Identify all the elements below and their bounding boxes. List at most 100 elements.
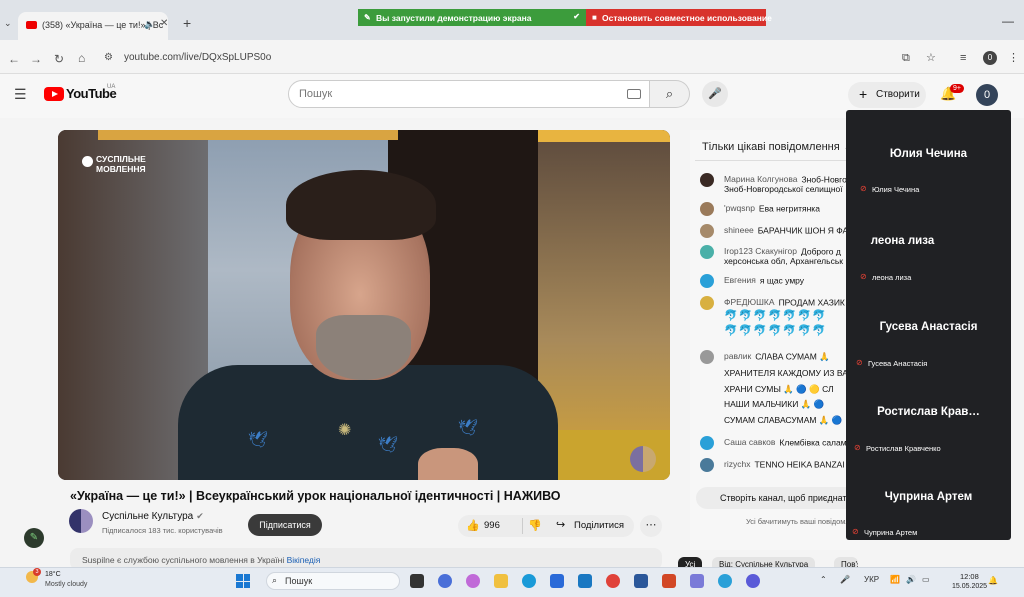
- channel-avatar[interactable]: [69, 509, 93, 533]
- avatar: [700, 202, 714, 216]
- muted-mic-icon: ⊘: [856, 358, 863, 367]
- store-icon[interactable]: [550, 574, 564, 588]
- create-button[interactable]: + Створити: [848, 82, 926, 108]
- embroidery-bird-icon: 🕊: [458, 420, 479, 437]
- participant-label: Ростислав Кравченко: [866, 444, 941, 453]
- powerpoint-icon[interactable]: [662, 574, 676, 588]
- search-button[interactable]: ⌕: [650, 80, 690, 108]
- microphone-icon: 🎤: [708, 88, 722, 100]
- cast-icon[interactable]: ⧉: [902, 52, 910, 65]
- participant-tile-name: Гусева Анастасія: [879, 321, 978, 333]
- divider: [522, 518, 523, 534]
- avatar: [700, 274, 714, 288]
- browser-profile-avatar[interactable]: 0: [983, 51, 997, 65]
- edge-browser-icon[interactable]: [522, 574, 536, 588]
- task-view-icon[interactable]: [410, 574, 424, 588]
- like-count[interactable]: 996: [484, 520, 500, 531]
- share-button[interactable]: ↪ Поділитися: [546, 515, 634, 537]
- tray-mic-icon[interactable]: 🎤: [840, 575, 850, 584]
- muted-mic-icon: ⊘: [854, 443, 861, 452]
- forward-icon[interactable]: →: [30, 52, 42, 66]
- bookmark-star-icon[interactable]: ☆: [926, 51, 936, 64]
- search-input[interactable]: [299, 88, 599, 100]
- chat-app-icon[interactable]: [438, 574, 452, 588]
- copilot-icon[interactable]: [466, 574, 480, 588]
- video-player[interactable]: 🕊 ✺ 🕊 🕊 СУСПІЛЬНЕ МОВЛЕННЯ: [58, 130, 670, 480]
- chat-message-continued: херсонська обл, Архангельськ: [724, 256, 843, 266]
- participant-tile-name: Чуприна Артем: [884, 491, 973, 503]
- tab-list-icon[interactable]: ⌄: [4, 18, 12, 29]
- clock-time[interactable]: 12:08: [960, 572, 979, 581]
- chat-message: равлик СЛАВА СУМАМ 🙏: [700, 350, 830, 364]
- minimize-icon[interactable]: —: [1002, 14, 1014, 28]
- back-icon[interactable]: ←: [8, 52, 20, 66]
- edit-pen-icon[interactable]: ✎: [24, 528, 44, 548]
- chat-message: Саша савков Клембівка салам: [700, 436, 847, 450]
- create-channel-button[interactable]: Створіть канал, щоб приєднатися: [696, 487, 856, 509]
- voice-search-button[interactable]: 🎤: [702, 81, 728, 107]
- start-button[interactable]: [236, 574, 250, 588]
- app-icon[interactable]: [578, 574, 592, 588]
- weather-badge: 3: [33, 568, 41, 576]
- new-tab-icon[interactable]: +: [183, 15, 191, 31]
- browser-menu-icon[interactable]: ⋮: [1008, 51, 1019, 64]
- tab-close-icon[interactable]: ✕: [160, 18, 168, 29]
- youtube-logo-icon[interactable]: [44, 87, 64, 101]
- video-presenter-hand: [418, 448, 478, 480]
- notification-icon[interactable]: 🔔: [988, 576, 998, 585]
- video-presenter-body: [178, 365, 558, 480]
- avatar: [700, 436, 714, 450]
- telegram-icon[interactable]: [718, 574, 732, 588]
- file-explorer-icon[interactable]: [494, 574, 508, 588]
- word-icon[interactable]: [634, 574, 648, 588]
- clock-date[interactable]: 15.05.2025: [952, 583, 987, 590]
- plus-icon: +: [859, 86, 868, 102]
- more-actions-icon[interactable]: ⋯: [640, 515, 662, 537]
- channel-name[interactable]: Суспільне Культура ✔: [102, 511, 204, 522]
- weather-description[interactable]: Mostly cloudy: [45, 581, 87, 588]
- viber-icon[interactable]: [746, 574, 760, 588]
- home-icon[interactable]: ⌂: [78, 51, 85, 65]
- search-box[interactable]: [288, 80, 650, 108]
- weather-temperature[interactable]: 18°C: [45, 571, 61, 578]
- language-indicator[interactable]: УКР: [864, 575, 879, 584]
- notification-count-badge: 9+: [950, 84, 964, 93]
- keyboard-icon[interactable]: [627, 89, 641, 99]
- site-settings-icon[interactable]: ⚙: [104, 52, 113, 63]
- wifi-icon[interactable]: 📶: [890, 575, 900, 584]
- divider: [695, 160, 855, 161]
- chat-message-continued: СУМАМ СЛАВАСУМАМ 🙏 🔵: [724, 415, 843, 425]
- avatar: [700, 245, 714, 259]
- check-icon: ✔: [573, 12, 580, 21]
- share-arrow-icon: ↪: [556, 519, 566, 531]
- participant-label: Юлия Чечина: [872, 185, 920, 194]
- muted-mic-icon: ⊘: [852, 527, 859, 536]
- screen-share-banner: ✎ Вы запустили демонстрацию экрана ✔ ■ О…: [358, 9, 772, 26]
- url-field[interactable]: youtube.com/live/DQxSpLUPS0o: [124, 52, 271, 63]
- embroidery-bird-icon: 🕊: [248, 432, 269, 449]
- app-icon[interactable]: [690, 574, 704, 588]
- like-icon[interactable]: 👍: [466, 519, 480, 532]
- account-avatar[interactable]: 0: [976, 84, 998, 106]
- menu-icon[interactable]: ☰: [14, 86, 27, 103]
- stop-sharing-button[interactable]: ■ Остановить совместное использование: [586, 9, 772, 26]
- dislike-icon[interactable]: 👎: [528, 519, 542, 532]
- chat-message: ФРЕДЮШКА ПРОДАМ ХАЗИК: [700, 296, 845, 310]
- chat-filter-dropdown[interactable]: Тільки цікаві повідомлення⌄: [702, 141, 851, 153]
- wikipedia-link[interactable]: Вікіпедія: [287, 555, 321, 565]
- taskbar-search[interactable]: ⌕ Пошук: [266, 572, 400, 590]
- tab-audio-icon[interactable]: 🔈: [144, 19, 155, 30]
- embroidery-star-icon: ✺: [338, 422, 352, 439]
- volume-icon[interactable]: 🔊: [906, 575, 916, 584]
- tray-chevron-icon[interactable]: ⌃: [820, 575, 827, 584]
- extensions-icon[interactable]: ≡: [960, 52, 966, 64]
- channel-watermark-icon[interactable]: [630, 446, 656, 472]
- battery-icon[interactable]: ▭: [922, 575, 930, 584]
- chrome-icon[interactable]: [606, 574, 620, 588]
- stop-icon: ■: [592, 13, 597, 22]
- reload-icon[interactable]: ↻: [54, 52, 64, 66]
- chat-message-continued: Зноб-Новгородської селищної: [724, 184, 843, 194]
- subscribe-button[interactable]: Підписатися: [248, 514, 322, 536]
- chat-message: rizychx TENNO HEIKA BANZAI: [700, 458, 845, 472]
- chat-message: Евгения я щас умру: [700, 274, 804, 288]
